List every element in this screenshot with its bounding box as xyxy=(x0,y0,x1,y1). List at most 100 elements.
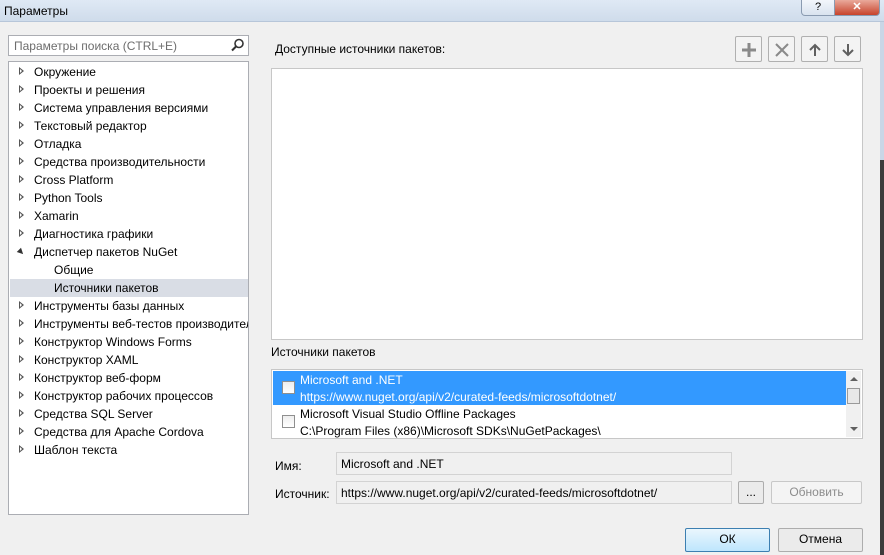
collapsed-arrow-icon[interactable] xyxy=(19,409,24,417)
collapsed-arrow-icon[interactable] xyxy=(19,427,24,435)
tree-item-label: Система управления версиями xyxy=(34,101,209,115)
package-sources-label: Источники пакетов xyxy=(271,345,376,359)
tree-item-label: Окружение xyxy=(34,65,96,79)
collapsed-arrow-icon[interactable] xyxy=(19,175,24,183)
sources-scrollbar[interactable] xyxy=(846,371,861,437)
add-source-button[interactable] xyxy=(735,36,762,62)
tree-item[interactable]: Xamarin xyxy=(10,207,248,225)
help-button[interactable]: ? xyxy=(801,0,835,16)
collapsed-arrow-icon[interactable] xyxy=(19,139,24,147)
tree-item[interactable]: Средства SQL Server xyxy=(10,405,248,423)
close-button[interactable]: ✕ xyxy=(834,0,880,16)
remove-source-button[interactable] xyxy=(768,36,795,62)
source-name: Microsoft Visual Studio Offline Packages xyxy=(300,407,516,421)
tree-item-label: Общие xyxy=(54,263,94,277)
tree-item[interactable]: Конструктор XAML xyxy=(10,351,248,369)
scroll-thumb[interactable] xyxy=(847,388,860,404)
tree-item[interactable]: Система управления версиями xyxy=(10,99,248,117)
collapsed-arrow-icon[interactable] xyxy=(19,85,24,93)
tree-item-label: Конструктор Windows Forms xyxy=(34,335,192,349)
tree-item[interactable]: Cross Platform xyxy=(10,171,248,189)
available-sources-label: Доступные источники пакетов: xyxy=(275,42,446,56)
title-bar: Параметры ? ✕ xyxy=(0,0,884,22)
collapsed-arrow-icon[interactable] xyxy=(19,319,24,327)
tree-item-label: Python Tools xyxy=(34,191,103,205)
browse-button[interactable]: ... xyxy=(738,481,764,504)
source-label: Источник: xyxy=(275,487,330,501)
source-name: Microsoft and .NET xyxy=(300,373,403,387)
collapsed-arrow-icon[interactable] xyxy=(19,193,24,201)
tree-item-label: Диагностика графики xyxy=(34,227,154,241)
tree-item[interactable]: Инструменты веб-тестов производителя xyxy=(10,315,248,333)
tree-item[interactable]: Python Tools xyxy=(10,189,248,207)
collapsed-arrow-icon[interactable] xyxy=(19,391,24,399)
cancel-button[interactable]: Отмена xyxy=(778,528,863,552)
tree-item-label: Инструменты веб-тестов производителя xyxy=(34,317,249,331)
available-sources-list[interactable] xyxy=(271,68,863,340)
tree-item-label: Диспетчер пакетов NuGet xyxy=(34,245,178,259)
tree-item[interactable]: Средства производительности xyxy=(10,153,248,171)
scroll-down-icon[interactable] xyxy=(850,427,858,431)
source-field[interactable]: https://www.nuget.org/api/v2/curated-fee… xyxy=(336,481,732,504)
tree-item[interactable]: Проекты и решения xyxy=(10,81,248,99)
tree-item[interactable]: Средства для Apache Cordova xyxy=(10,423,248,441)
tree-item[interactable]: Источники пакетов xyxy=(10,279,248,297)
tree-item[interactable]: Инструменты базы данных xyxy=(10,297,248,315)
tree-item-label: Инструменты базы данных xyxy=(34,299,185,313)
collapsed-arrow-icon[interactable] xyxy=(19,301,24,309)
tree-item-label: Средства для Apache Cordova xyxy=(34,425,204,439)
source-url: https://www.nuget.org/api/v2/curated-fee… xyxy=(300,390,617,404)
source-row-microsoft-dotnet[interactable]: Microsoft and .NET https://www.nuget.org… xyxy=(273,371,847,405)
collapsed-arrow-icon[interactable] xyxy=(19,121,24,129)
tree-item[interactable]: Диагностика графики xyxy=(10,225,248,243)
collapsed-arrow-icon[interactable] xyxy=(19,67,24,75)
tree-item-label: Конструктор XAML xyxy=(34,353,139,367)
tree-item-label: Средства производительности xyxy=(34,155,206,169)
collapsed-arrow-icon[interactable] xyxy=(19,211,24,219)
tree-item[interactable]: Диспетчер пакетов NuGet xyxy=(10,243,248,261)
tree-item[interactable]: Общие xyxy=(10,261,248,279)
tree-item-label: Отладка xyxy=(34,137,82,151)
tree-item[interactable]: Окружение xyxy=(10,63,248,81)
package-sources-list[interactable]: Microsoft and .NET https://www.nuget.org… xyxy=(271,369,863,439)
move-down-button[interactable] xyxy=(834,36,861,62)
tree-item-label: Проекты и решения xyxy=(34,83,145,97)
ok-button[interactable]: ОК xyxy=(685,528,770,552)
collapsed-arrow-icon[interactable] xyxy=(19,355,24,363)
tree-item-label: Конструктор веб-форм xyxy=(34,371,161,385)
tree-item-label: Xamarin xyxy=(34,209,79,223)
source-checkbox[interactable] xyxy=(282,415,295,428)
collapsed-arrow-icon[interactable] xyxy=(19,157,24,165)
collapsed-arrow-icon[interactable] xyxy=(19,229,24,237)
tree-item[interactable]: Конструктор Windows Forms xyxy=(10,333,248,351)
search-icon[interactable] xyxy=(229,37,246,54)
tree-item[interactable]: Конструктор рабочих процессов xyxy=(10,387,248,405)
tree-item-label: Шаблон текста xyxy=(34,443,118,457)
name-field[interactable]: Microsoft and .NET xyxy=(336,452,732,475)
window-title: Параметры xyxy=(4,4,68,18)
tree-item-label: Cross Platform xyxy=(34,173,114,187)
collapsed-arrow-icon[interactable] xyxy=(19,373,24,381)
collapsed-arrow-icon[interactable] xyxy=(19,103,24,111)
source-checkbox[interactable] xyxy=(282,381,295,394)
collapsed-arrow-icon[interactable] xyxy=(19,445,24,453)
name-label: Имя: xyxy=(275,459,302,473)
expanded-arrow-icon[interactable] xyxy=(16,247,26,257)
collapsed-arrow-icon[interactable] xyxy=(19,337,24,345)
move-up-button[interactable] xyxy=(801,36,828,62)
search-placeholder: Параметры поиска (CTRL+E) xyxy=(14,39,178,53)
tree-item[interactable]: Текстовый редактор xyxy=(10,117,248,135)
scroll-up-icon[interactable] xyxy=(850,377,858,381)
source-row-offline-packages[interactable]: Microsoft Visual Studio Offline Packages… xyxy=(273,405,847,438)
background-window-edge xyxy=(880,160,884,555)
tree-item-label: Средства SQL Server xyxy=(34,407,153,421)
update-button[interactable]: Обновить xyxy=(771,481,862,504)
tree-item-label: Текстовый редактор xyxy=(34,119,147,133)
source-url: C:\Program Files (x86)\Microsoft SDKs\Nu… xyxy=(300,424,601,438)
tree-item-label: Конструктор рабочих процессов xyxy=(34,389,214,403)
tree-item[interactable]: Шаблон текста xyxy=(10,441,248,459)
options-tree[interactable]: Окружение Проекты и решения Система управл… xyxy=(8,61,249,515)
tree-item[interactable]: Отладка xyxy=(10,135,248,153)
search-input[interactable]: Параметры поиска (CTRL+E) xyxy=(8,35,249,56)
tree-item[interactable]: Конструктор веб-форм xyxy=(10,369,248,387)
